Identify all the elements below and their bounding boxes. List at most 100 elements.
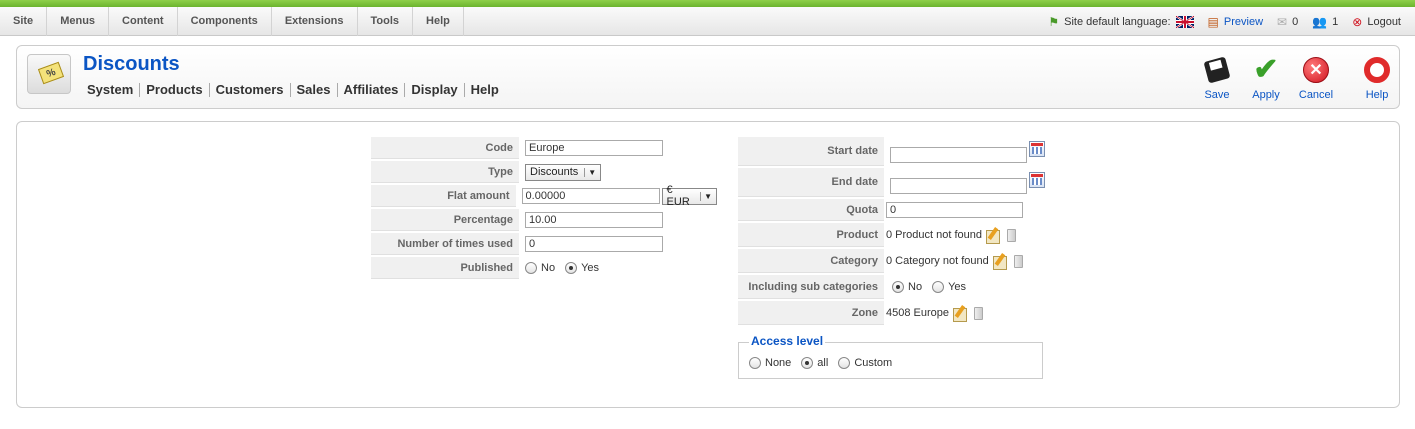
subcat-yes-label: Yes <box>948 281 967 293</box>
discount-tag-icon: % <box>27 54 71 94</box>
currency-select[interactable]: € EUR ▼ <box>661 184 717 208</box>
end-date-input[interactable] <box>890 177 1027 194</box>
end-date-label: End date <box>738 168 884 197</box>
menu-item-extensions[interactable]: Extensions <box>272 7 358 36</box>
subcategories-label: Including sub categories <box>738 275 884 299</box>
type-row: Type Discounts ▼ <box>371 161 717 183</box>
start-date-label: Start date <box>738 137 884 166</box>
discount-main-fields: Code Type Discounts▼ Flat amount € EUR▼ … <box>371 137 717 281</box>
page-title: Discounts <box>83 53 180 75</box>
subcat-no-radio[interactable] <box>892 281 904 293</box>
code-label: Code <box>371 137 519 159</box>
menu-item-help[interactable]: Help <box>413 7 464 36</box>
calendar-icon[interactable] <box>1029 140 1045 157</box>
subcat-yes-radio[interactable] <box>932 281 945 293</box>
trash-icon[interactable] <box>1013 254 1023 268</box>
access-all-label: all <box>817 357 829 369</box>
category-value: 0 Category not found <box>886 255 989 267</box>
discount-form: Code Type Discounts▼ Flat amount € EUR▼ … <box>16 121 1400 408</box>
menu-item-site[interactable]: Site <box>0 7 48 36</box>
currency-selected: € EUR <box>666 184 690 208</box>
published-yes-radio[interactable] <box>565 262 578 274</box>
language-status: ⚑ Site default language: <box>1048 15 1194 29</box>
uk-flag-icon[interactable] <box>1175 15 1194 28</box>
edit-icon[interactable] <box>985 227 1001 244</box>
percentage-row: Percentage <box>371 209 717 231</box>
access-none-label: None <box>765 357 792 369</box>
submenu-sales[interactable]: Sales <box>289 83 337 97</box>
access-custom-radio[interactable] <box>838 357 851 369</box>
type-select[interactable]: Discounts ▼ <box>525 163 602 181</box>
logout-label[interactable]: Logout <box>1367 16 1401 28</box>
preview-link[interactable]: ▤ Preview <box>1208 15 1263 29</box>
top-accent-stripe <box>0 0 1415 7</box>
messages-status[interactable]: ✉ 0 <box>1277 15 1298 29</box>
access-level-legend: Access level <box>749 334 826 348</box>
zone-row: Zone 4508 Europe <box>738 301 1064 325</box>
access-all-radio[interactable] <box>801 357 814 369</box>
code-input[interactable] <box>525 140 663 156</box>
published-row: Published No Yes <box>371 257 717 279</box>
submenu-help[interactable]: Help <box>463 83 505 97</box>
menu-item-content[interactable]: Content <box>109 7 178 36</box>
quota-row: Quota <box>738 199 1064 221</box>
preview-icon: ▤ <box>1207 14 1219 29</box>
trash-icon[interactable] <box>1007 228 1017 242</box>
help-label: Help <box>1365 89 1389 101</box>
subcategories-row: Including sub categories No Yes <box>738 275 1064 299</box>
edit-icon[interactable] <box>992 253 1008 270</box>
flat-amount-input[interactable] <box>521 188 660 204</box>
submenu-display[interactable]: Display <box>404 83 463 97</box>
edit-icon[interactable] <box>952 305 968 322</box>
published-label: Published <box>371 257 519 279</box>
quota-input[interactable] <box>886 202 1023 218</box>
submenu-customers[interactable]: Customers <box>208 83 290 97</box>
access-custom-label: Custom <box>854 357 893 369</box>
product-row: Product 0 Product not found <box>738 223 1064 247</box>
percentage-input[interactable] <box>525 212 663 228</box>
menu-item-tools[interactable]: Tools <box>358 7 414 36</box>
checkmark-icon: ✔ <box>1253 53 1279 86</box>
users-status[interactable]: 👥 1 <box>1312 15 1338 29</box>
users-icon: 👥 <box>1312 14 1328 29</box>
calendar-icon[interactable] <box>1029 171 1045 188</box>
trash-icon[interactable] <box>974 306 983 320</box>
discount-restriction-fields: Start date End date Quota Product 0 Prod… <box>738 137 1064 327</box>
save-button[interactable]: Save <box>1192 54 1242 101</box>
times-used-label: Number of times used <box>371 233 519 255</box>
lifebuoy-icon <box>1364 57 1390 83</box>
times-used-row: Number of times used <box>371 233 717 255</box>
language-label: Site default language: <box>1064 15 1171 28</box>
main-menu: Site Menus Content Components Extensions… <box>0 7 464 36</box>
submenu-system[interactable]: System <box>87 83 139 97</box>
help-button[interactable]: Help <box>1352 54 1402 101</box>
start-date-row: Start date <box>738 137 1064 166</box>
apply-button[interactable]: ✔ Apply <box>1241 53 1291 102</box>
messages-count: 0 <box>1292 15 1299 28</box>
logout-icon: ⊗ <box>1352 14 1363 29</box>
category-row: Category 0 Category not found <box>738 249 1064 273</box>
header-toolbar: % Discounts System Products Customers Sa… <box>16 45 1400 109</box>
percentage-label: Percentage <box>371 209 519 231</box>
messages-icon: ✉ <box>1277 14 1288 29</box>
preview-label[interactable]: Preview <box>1224 16 1263 28</box>
published-no-radio[interactable] <box>525 262 537 274</box>
admin-menubar: Site Menus Content Components Extensions… <box>0 7 1415 36</box>
cancel-button[interactable]: ✕ Cancel <box>1291 54 1341 101</box>
zone-value: 4508 Europe <box>886 307 949 319</box>
submenu-products[interactable]: Products <box>139 83 208 97</box>
start-date-input[interactable] <box>890 146 1027 163</box>
times-used-input[interactable] <box>525 236 663 252</box>
access-level-options: None all Custom <box>749 357 902 369</box>
subcat-no-label: No <box>908 281 923 293</box>
menu-item-components[interactable]: Components <box>178 7 272 36</box>
cancel-x-icon: ✕ <box>1303 57 1329 83</box>
logout-link[interactable]: ⊗ Logout <box>1352 15 1401 29</box>
access-level-fieldset: Access level None all Custom <box>738 334 1043 379</box>
end-date-row: End date <box>738 168 1064 197</box>
type-selected: Discounts <box>530 166 579 178</box>
menu-item-menus[interactable]: Menus <box>47 7 110 36</box>
access-none-radio[interactable] <box>749 357 761 369</box>
product-label: Product <box>738 223 884 247</box>
submenu-affiliates[interactable]: Affiliates <box>336 83 405 97</box>
